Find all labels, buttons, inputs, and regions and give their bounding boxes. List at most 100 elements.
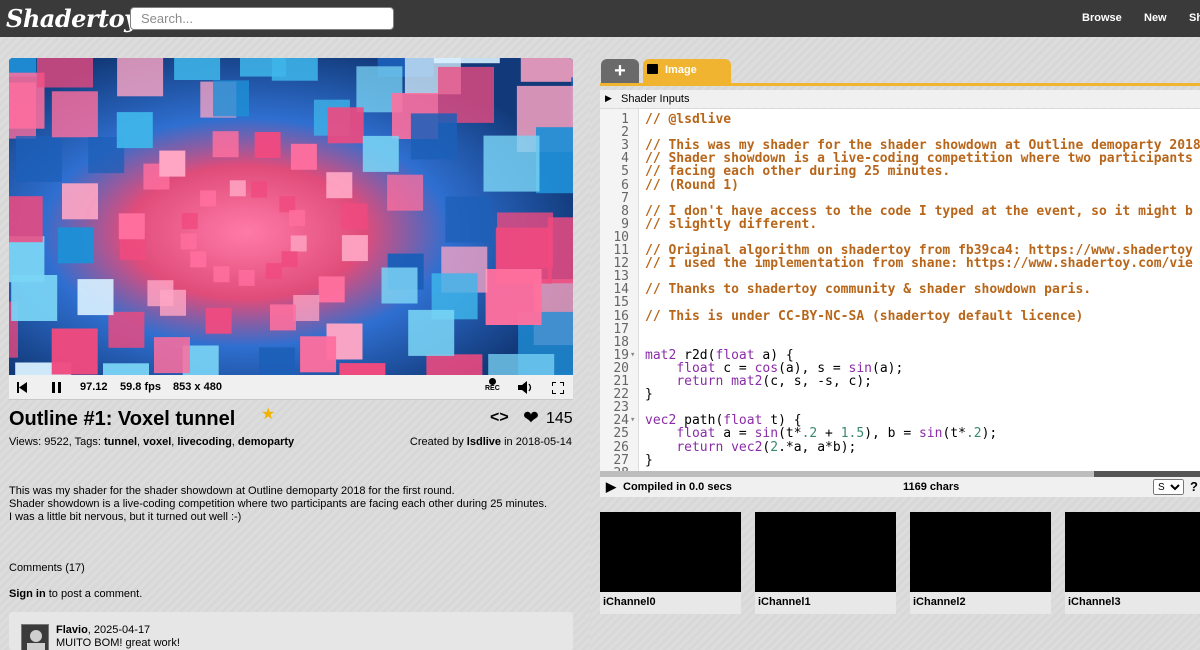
voxel-block [117,58,164,97]
shader-title: Outline #1: Voxel tunnel [9,408,236,430]
code-icon[interactable]: <> [490,409,509,427]
channel-slot[interactable]: iChannel0 [600,512,741,614]
add-tab-button[interactable]: + [601,59,639,83]
line-number: 26 [613,439,629,455]
help-icon[interactable]: ? [1190,479,1198,494]
line-number: 2 [621,125,629,141]
code-line: 3 // This was my shader for the shader sh… [600,139,1200,152]
code-line: 22} [600,388,1200,401]
voxel-block [108,311,145,348]
voxel-block [213,80,249,117]
voxel-block [62,183,98,220]
line-number: 19 [613,347,629,363]
line-number: 20 [613,360,629,376]
tag-link[interactable]: voxel [143,436,171,448]
tab-image-label: Image [665,64,697,76]
channel-slot[interactable]: iChannel1 [755,512,896,614]
comment-author-link[interactable]: Flavio [56,624,88,636]
channel-preview[interactable] [600,512,741,592]
code-text: vec2 path(float t) { [645,414,802,427]
shadertoy-logo[interactable]: Shadertoy [6,4,138,33]
voxel-block [229,180,246,197]
comment-text: MUITO BOM! great work! [56,637,180,649]
code-line: 1 // @lsdlive [600,113,1200,126]
code-line: 4 // Shader showdown is a live-coding com… [600,152,1200,165]
signin-link[interactable]: Sign in [9,588,46,600]
search-input[interactable] [130,7,394,30]
code-line: 11 // Original algorithm on shadertoy fro… [600,244,1200,257]
voxel-block [362,135,399,172]
shader-meta: Views: 9522, Tags: tunnel, voxel, liveco… [9,436,295,448]
voxel-block [103,363,149,375]
line-number: 3 [621,138,629,154]
tag-link[interactable]: livecoding [177,436,231,448]
fullscreen-icon[interactable] [552,382,564,394]
fold-arrow-icon[interactable]: ▾ [630,414,635,427]
top-bar: Shadertoy Browse New Sh [0,0,1200,37]
record-button[interactable]: REC [485,378,500,392]
code-line: 10 [600,231,1200,244]
nav-new[interactable]: New [1144,12,1167,24]
heart-icon[interactable]: ❤ [523,407,539,430]
voxel-block [326,172,353,199]
code-token: } [645,387,653,403]
code-text: mat2 r2d(float a) { [645,349,794,362]
star-icon[interactable]: ★ [261,404,275,424]
code-line: 12 // I used the implementation from shan… [600,257,1200,270]
code-editor[interactable]: 1// @lsdlive 2 3// This was my shader for … [600,109,1200,471]
code-line: 9 // slightly different. [600,218,1200,231]
shader-inputs-toggle[interactable]: ▶ Shader Inputs [600,90,1200,108]
line-number: 27 [613,452,629,468]
code-token: vec2 [731,439,763,455]
fold-arrow-icon[interactable]: ▾ [630,349,635,362]
shader-inputs-label: Shader Inputs [621,93,690,105]
pause-icon[interactable] [52,382,61,393]
author-link[interactable]: lsdlive [467,436,501,448]
tag-link[interactable]: tunnel [104,436,137,448]
voxel-block [77,279,114,316]
rewind-icon[interactable] [17,382,27,393]
voxel-block [536,127,573,194]
font-size-select[interactable]: S [1153,479,1184,495]
code-line: 26 return vec2(2.*a, a*b); [600,441,1200,454]
compile-play-icon[interactable]: ▶ [606,479,616,495]
line-number: 5 [621,164,629,180]
code-line: 23 [600,401,1200,414]
channel-preview[interactable] [1065,512,1200,592]
code-line: 6 // (Round 1) [600,179,1200,192]
code-token: return [676,374,724,389]
code-text: } [645,454,653,467]
resolution-readout: 853 x 480 [173,381,222,393]
voxel-block [520,58,573,82]
channel-preview[interactable] [755,512,896,592]
code-line: 2 [600,126,1200,139]
line-number: 8 [621,203,629,219]
tab-image[interactable]: Image [643,59,731,83]
code-line: 16 // This is under CC-BY-NC-SA (shaderto… [600,310,1200,323]
channel-preview[interactable] [910,512,1051,592]
nav-sign-in[interactable]: Sh [1189,12,1200,24]
code-line: 7 [600,192,1200,205]
channel-slot[interactable]: iChannel3 [1065,512,1200,614]
line-number: 7 [621,190,629,206]
voxel-block [318,276,345,303]
code-token: ); [981,426,998,442]
voxel-block [290,143,317,170]
voxel-block [205,307,232,334]
voxel-block [51,328,98,375]
code-text: // This is under CC-BY-NC-SA (shadertoy … [645,308,1084,324]
volume-icon[interactable] [518,381,534,394]
channel-slot[interactable]: iChannel2 [910,512,1051,614]
voxel-block [15,136,62,182]
code-token: .2 [965,426,982,442]
voxel-block [37,58,93,88]
nav-browse[interactable]: Browse [1082,12,1122,24]
user-avatar-icon [27,630,45,650]
voxel-block [116,112,153,149]
voxel-block [381,267,418,304]
avatar[interactable] [21,624,49,650]
shader-canvas[interactable] [9,58,573,375]
tag-link[interactable]: demoparty [238,436,294,448]
char-count: 1169 chars [903,481,960,493]
